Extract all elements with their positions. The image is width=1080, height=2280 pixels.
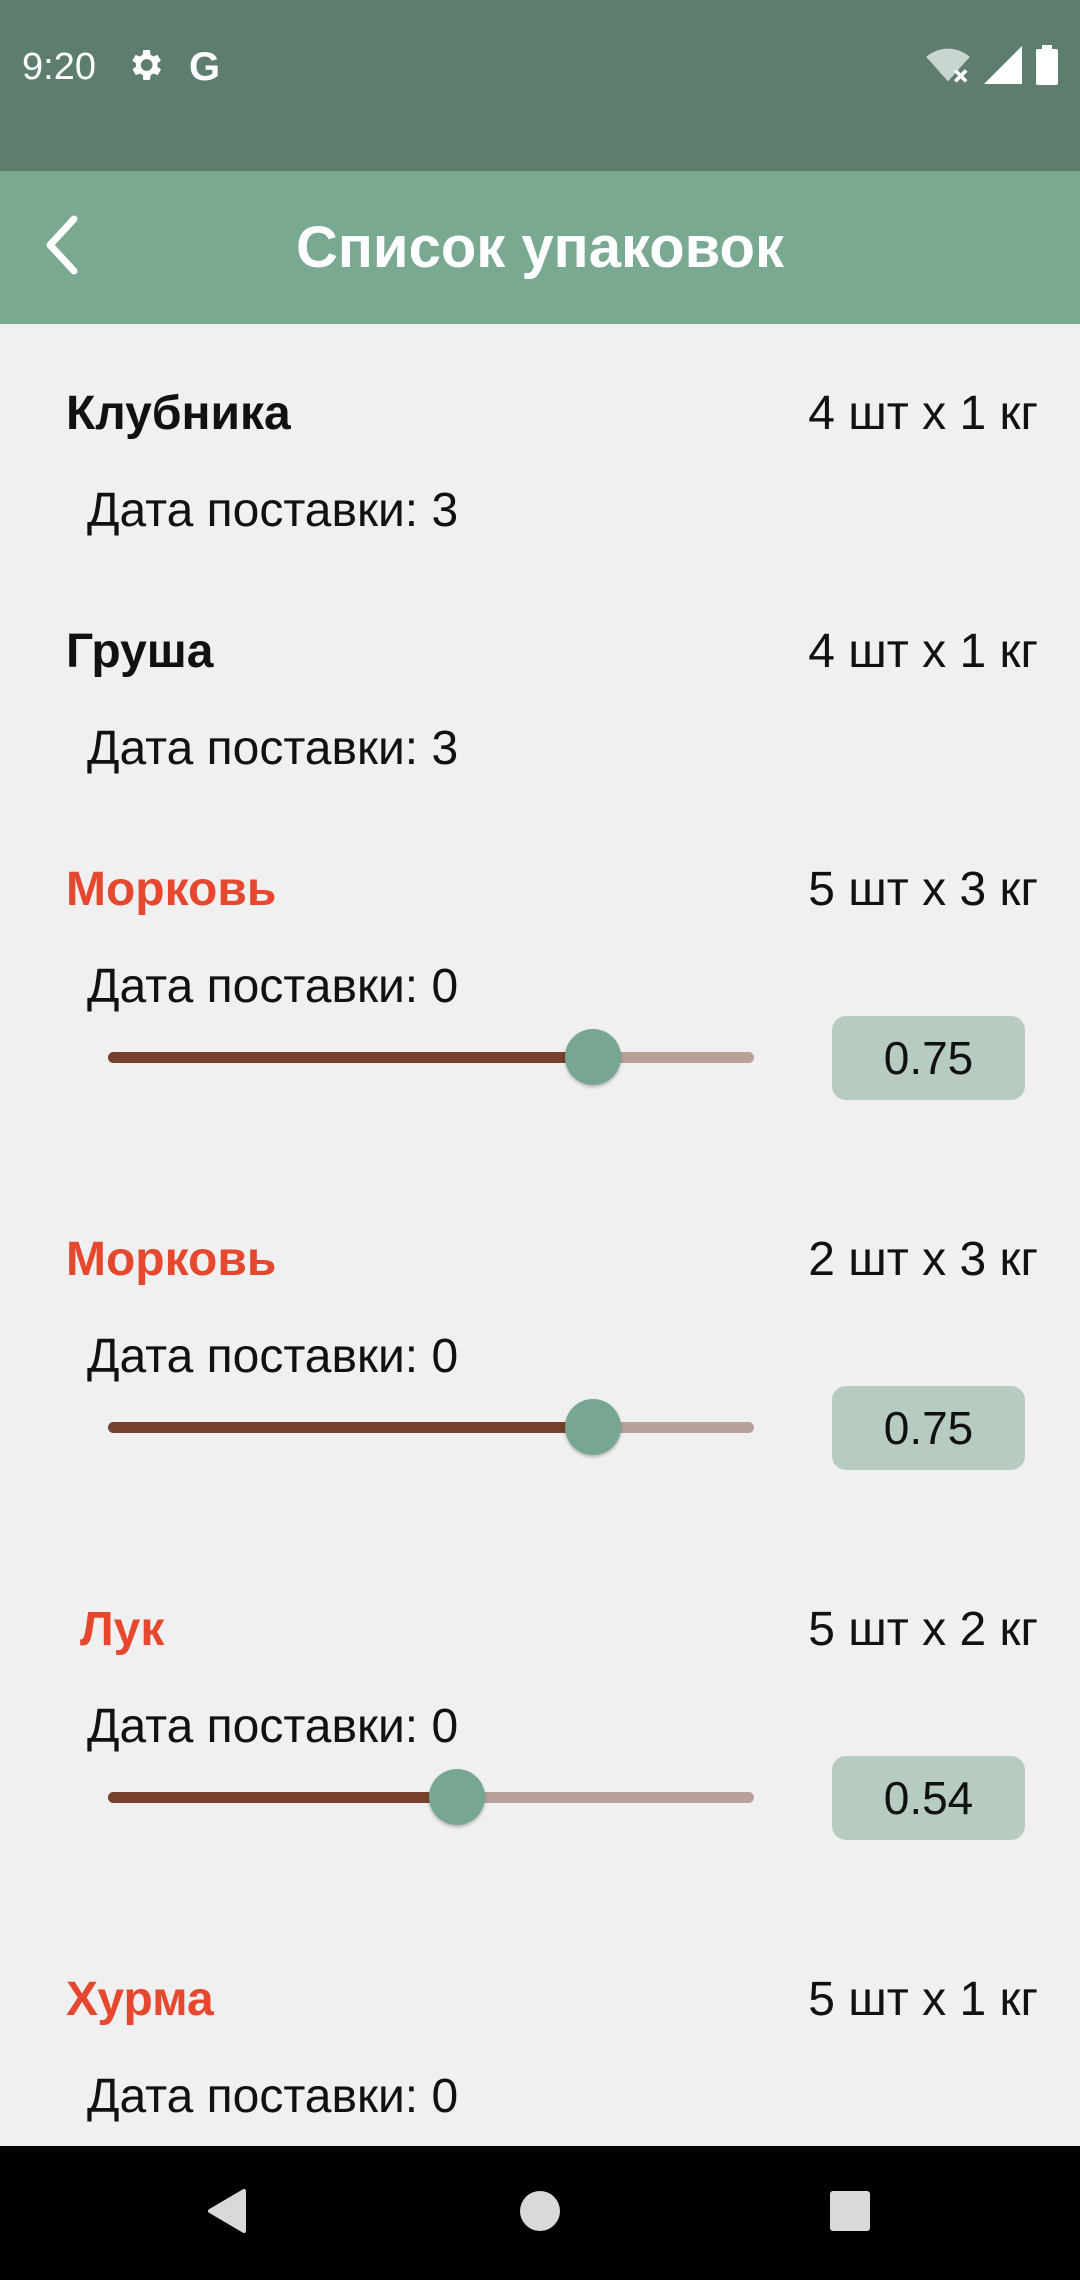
- nav-recents-button[interactable]: [810, 2173, 890, 2253]
- item-quantity: 4 шт х 1 кг: [808, 625, 1038, 678]
- item-name: Груша: [66, 625, 214, 678]
- item-quantity: 5 шт х 3 кг: [808, 863, 1038, 916]
- slider-thumb[interactable]: [428, 1769, 485, 1825]
- item-name: Хурма: [66, 1973, 214, 2026]
- nav-home-button[interactable]: [500, 2173, 580, 2253]
- wifi-off-icon: [926, 45, 970, 90]
- back-triangle-icon: [204, 2187, 248, 2240]
- status-right-icons: [926, 44, 1058, 90]
- amount-slider[interactable]: [108, 1399, 754, 1455]
- amount-value-field[interactable]: 0.75: [832, 1386, 1025, 1470]
- navigation-bar: [0, 2146, 1080, 2280]
- status-time: 9:20: [22, 46, 96, 88]
- page-title: Список упаковок: [296, 215, 784, 280]
- item-delivery-date: Дата поставки: 0: [87, 1330, 459, 1383]
- item-name: Морковь: [66, 1233, 277, 1286]
- nav-back-button[interactable]: [186, 2173, 266, 2253]
- google-icon: G: [189, 45, 221, 89]
- item-delivery-date: Дата поставки: 0: [87, 2070, 459, 2123]
- recents-square-icon: [829, 2190, 871, 2237]
- gear-icon: [125, 45, 165, 90]
- slider-thumb[interactable]: [564, 1029, 621, 1085]
- item-quantity: 5 шт х 2 кг: [808, 1603, 1038, 1656]
- chevron-left-icon: [42, 215, 82, 280]
- item-delivery-date: Дата поставки: 3: [87, 722, 459, 775]
- amount-value-field[interactable]: 0.54: [832, 1756, 1025, 1840]
- item-name: Морковь: [66, 863, 277, 916]
- item-delivery-date: Дата поставки: 3: [87, 484, 459, 537]
- item-quantity: 5 шт х 1 кг: [808, 1973, 1038, 2026]
- item-quantity: 2 шт х 3 кг: [808, 1233, 1038, 1286]
- slider-fill: [108, 1422, 593, 1433]
- amount-slider[interactable]: [108, 1769, 754, 1825]
- signal-icon: [984, 45, 1022, 89]
- item-quantity: 4 шт х 1 кг: [808, 387, 1038, 440]
- status-bar: 9:20 G: [0, 0, 1080, 171]
- item-delivery-date: Дата поставки: 0: [87, 960, 459, 1013]
- battery-icon: [1036, 44, 1058, 90]
- slider-thumb[interactable]: [564, 1399, 621, 1455]
- amount-slider[interactable]: [108, 1029, 754, 1085]
- item-delivery-date: Дата поставки: 0: [87, 1700, 459, 1753]
- app-bar: Список упаковок: [0, 171, 1080, 324]
- slider-fill: [108, 1052, 593, 1063]
- back-button[interactable]: [30, 205, 94, 289]
- item-name: Клубника: [66, 387, 291, 440]
- home-circle-icon: [518, 2189, 562, 2238]
- slider-fill: [108, 1792, 457, 1803]
- amount-value-field[interactable]: 0.75: [832, 1016, 1025, 1100]
- status-left-icons: G: [125, 44, 220, 90]
- packages-list[interactable]: Клубника 4 шт х 1 кг Дата поставки: 3 Гр…: [0, 324, 1080, 2146]
- item-name: Лук: [80, 1603, 165, 1656]
